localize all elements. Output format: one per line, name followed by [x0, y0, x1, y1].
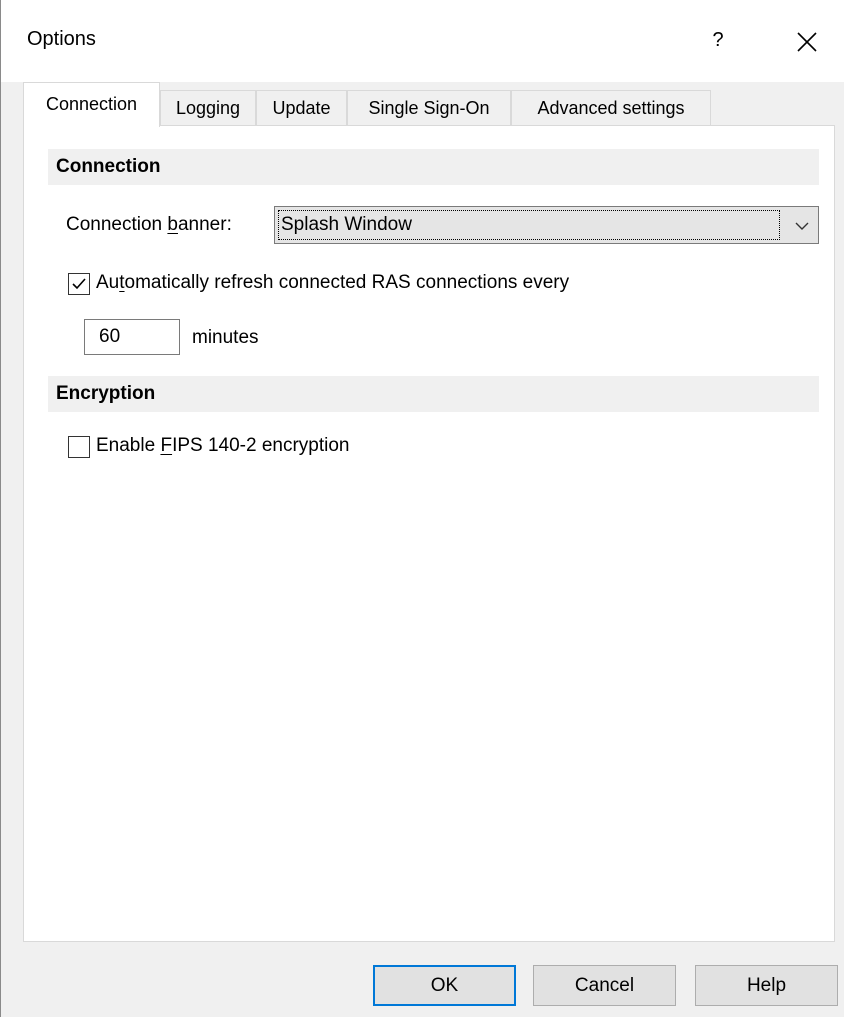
window-title: Options	[27, 28, 96, 50]
connection-banner-value: Splash Window	[278, 210, 780, 240]
minutes-label: minutes	[192, 327, 259, 348]
tab-logging[interactable]: Logging	[160, 90, 256, 126]
connection-section-header: Connection	[48, 149, 819, 185]
fips-accesskey: F	[160, 435, 173, 456]
tab-connection[interactable]: Connection	[23, 82, 160, 127]
auto-refresh-checkbox[interactable]	[68, 273, 90, 295]
title-bar: Options ?	[1, 0, 844, 82]
refresh-minutes-input[interactable]: 60	[84, 319, 180, 355]
banner-label-accesskey: b	[167, 214, 178, 235]
options-dialog: Options ? Connection Logging Update Sing…	[0, 0, 844, 1017]
auto-refresh-label[interactable]: Automatically refresh connected RAS conn…	[96, 272, 569, 294]
fips-checkbox[interactable]	[68, 436, 90, 458]
banner-label-part: anner:	[177, 214, 232, 235]
encryption-section-header: Encryption	[48, 376, 819, 412]
fips-label-part: Enable	[96, 435, 161, 456]
tab-advanced-settings[interactable]: Advanced settings	[511, 90, 711, 126]
close-button[interactable]	[787, 22, 827, 62]
close-icon	[797, 32, 817, 52]
banner-label-part: Connection	[66, 214, 168, 235]
connection-banner-dropdown[interactable]: Splash Window	[274, 206, 819, 244]
auto-refresh-label-part: Au	[96, 272, 120, 293]
tab-update[interactable]: Update	[256, 90, 347, 126]
auto-refresh-label-part: omatically refresh connected RAS connect…	[124, 272, 570, 293]
connection-tab-panel: Connection Connection banner: Splash Win…	[23, 125, 835, 942]
fips-label-part: IPS 140-2 encryption	[172, 435, 350, 456]
ok-button[interactable]: OK	[373, 965, 516, 1006]
chevron-down-icon	[795, 222, 809, 230]
cancel-button[interactable]: Cancel	[533, 965, 676, 1006]
help-dialog-button[interactable]: Help	[695, 965, 838, 1006]
tab-single-sign-on[interactable]: Single Sign-On	[347, 90, 511, 126]
checkmark-icon	[72, 278, 86, 290]
help-button[interactable]: ?	[701, 18, 735, 62]
fips-label[interactable]: Enable FIPS 140-2 encryption	[96, 435, 350, 457]
connection-banner-label: Connection banner:	[66, 214, 232, 236]
